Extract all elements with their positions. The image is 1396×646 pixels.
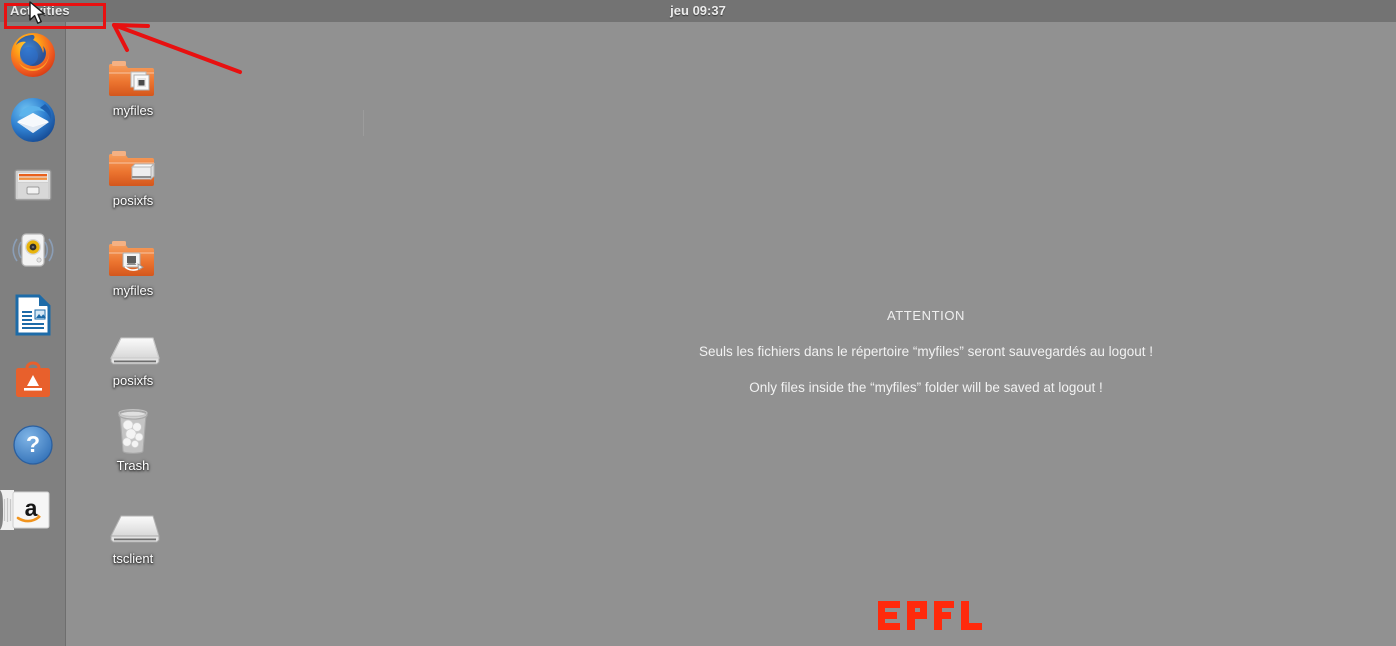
folder-network-share-icon bbox=[85, 230, 181, 280]
dock-item-libreoffice-writer[interactable] bbox=[9, 291, 57, 339]
desktop-icon-label: myfiles bbox=[112, 103, 154, 118]
desktop-notice: ATTENTION Seuls les fichiers dans le rép… bbox=[526, 308, 1326, 415]
desktop-icon-label: posixfs bbox=[112, 193, 154, 208]
top-bar: Activities jeu 09:37 bbox=[0, 0, 1396, 22]
drive-icon bbox=[85, 498, 181, 548]
screen-artifact bbox=[363, 110, 364, 136]
notice-title: ATTENTION bbox=[886, 308, 966, 323]
svg-text:?: ? bbox=[26, 431, 40, 457]
desktop-icon-label: Trash bbox=[116, 458, 150, 473]
desktop-icon-posixfs-drive[interactable]: posixfs bbox=[85, 320, 181, 388]
desktop-icon-label: tsclient bbox=[112, 551, 154, 566]
desktop-icon-label: myfiles bbox=[112, 283, 154, 298]
dock-item-ubuntu-software[interactable] bbox=[9, 356, 57, 404]
desktop-icon-label: posixfs bbox=[112, 373, 154, 388]
trash-full-icon bbox=[85, 405, 181, 455]
dock-item-firefox[interactable] bbox=[9, 31, 57, 79]
desktop-icon-tsclient[interactable]: tsclient bbox=[85, 498, 181, 566]
folder-with-drive-badge-icon bbox=[85, 140, 181, 190]
desktop-screen: Activities jeu 09:37 ? a myfiles posixfs… bbox=[0, 0, 1396, 646]
dock-item-help[interactable]: ? bbox=[9, 421, 57, 469]
svg-text:a: a bbox=[25, 495, 38, 521]
desktop-icon-posixfs-folder[interactable]: posixfs bbox=[85, 140, 181, 208]
folder-with-files-badge-icon bbox=[85, 50, 181, 100]
dock-item-thunderbird[interactable] bbox=[9, 96, 57, 144]
notice-line-french: Seuls les fichiers dans le répertoire “m… bbox=[699, 344, 1153, 359]
dock: ? a bbox=[0, 22, 66, 646]
dock-item-rhythmbox[interactable] bbox=[9, 226, 57, 274]
notice-line-english: Only files inside the “myfiles” folder w… bbox=[749, 380, 1103, 395]
desktop-icon-myfiles-network[interactable]: myfiles bbox=[85, 230, 181, 298]
dock-item-files[interactable] bbox=[9, 161, 57, 209]
drive-icon bbox=[85, 320, 181, 370]
desktop-icon-trash[interactable]: Trash bbox=[85, 405, 181, 473]
epfl-logo bbox=[878, 597, 998, 637]
dock-item-amazon[interactable]: a bbox=[0, 486, 66, 534]
desktop-icon-myfiles-files[interactable]: myfiles bbox=[85, 50, 181, 118]
clock[interactable]: jeu 09:37 bbox=[0, 2, 1396, 20]
